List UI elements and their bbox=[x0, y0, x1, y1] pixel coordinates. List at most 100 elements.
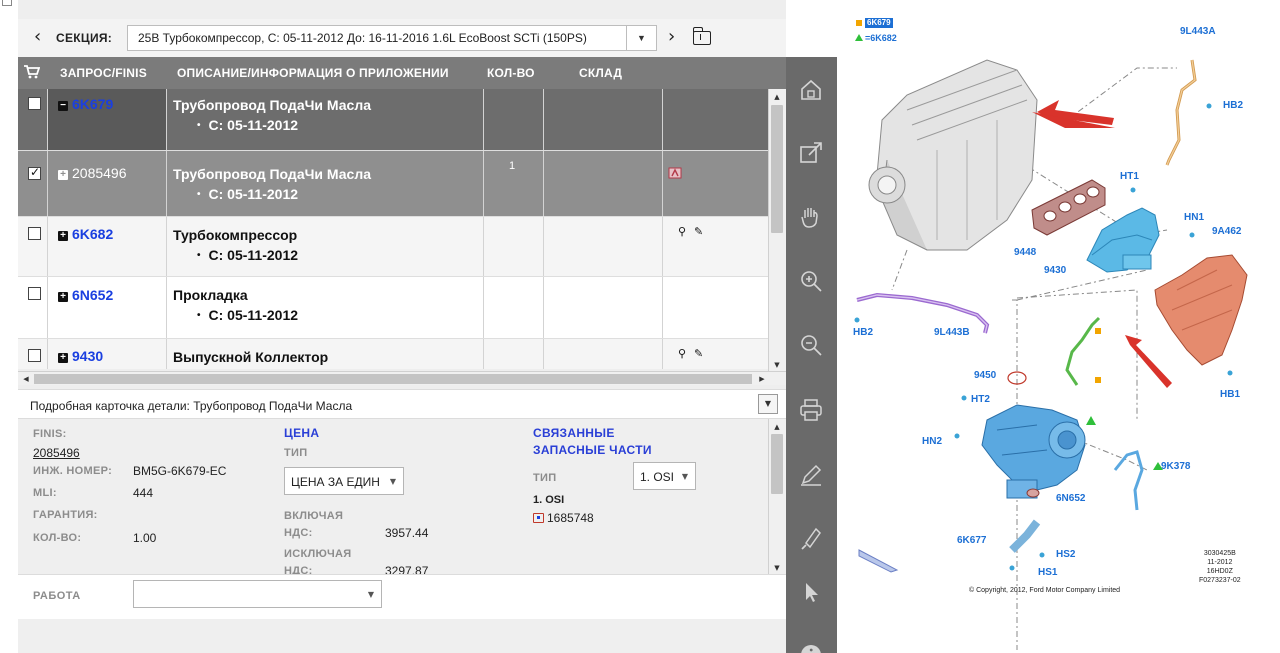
price-type-label: ТИП bbox=[284, 447, 308, 459]
scroll-down-icon[interactable]: ▼ bbox=[769, 359, 785, 371]
price-type-select[interactable]: ЦЕНА ЗА ЕДИН ▼ bbox=[284, 467, 404, 495]
table-horizontal-scrollbar[interactable]: ◀ ▶ bbox=[18, 371, 786, 385]
finis-code-link[interactable]: 9430 bbox=[72, 348, 103, 364]
finis-code-link[interactable]: 6N652 bbox=[72, 287, 113, 303]
expand-icon[interactable]: + bbox=[58, 231, 68, 241]
callout-9L443B[interactable]: 9L443B bbox=[934, 327, 970, 338]
edit-pen-icon[interactable] bbox=[798, 462, 824, 488]
wrench-icon[interactable]: ⚲✎ bbox=[678, 225, 711, 238]
table-row[interactable]: +6N652 Прокладка С: 05-11-2012 bbox=[18, 277, 768, 339]
table-row[interactable]: +6K682 Турбокомпрессор С: 05-11-2012 ⚲✎ bbox=[18, 217, 768, 277]
chevron-down-icon[interactable]: ▼ bbox=[368, 590, 374, 599]
callout-9450[interactable]: 9450 bbox=[974, 370, 996, 381]
scroll-up-icon[interactable]: ▲ bbox=[769, 91, 785, 103]
finis-code[interactable]: 2085496 bbox=[72, 165, 127, 181]
chevron-down-icon[interactable]: ▼ bbox=[682, 472, 688, 481]
scroll-down-icon[interactable]: ▼ bbox=[769, 562, 785, 574]
callout-HB2-top[interactable]: HB2 bbox=[1223, 100, 1243, 111]
work-select[interactable]: ▼ bbox=[133, 580, 382, 608]
callout-9A462[interactable]: 9A462 bbox=[1212, 226, 1241, 237]
scroll-right-icon[interactable]: ▶ bbox=[756, 372, 768, 385]
open-external-icon[interactable] bbox=[798, 140, 824, 166]
expand-icon[interactable]: + bbox=[58, 170, 68, 180]
table-vertical-scrollbar[interactable]: ▲ ▼ bbox=[768, 89, 786, 371]
scroll-thumb[interactable] bbox=[771, 105, 783, 233]
finis-cell[interactable]: +6N652 bbox=[58, 287, 113, 303]
callout-HT2[interactable]: HT2 bbox=[971, 394, 990, 405]
callout-HB2-left[interactable]: HB2 bbox=[853, 327, 873, 338]
finis-cell[interactable]: +9430 bbox=[58, 348, 103, 364]
column-header-finis[interactable]: ЗАПРОС/FINIS bbox=[60, 66, 147, 80]
collapse-icon[interactable]: − bbox=[58, 101, 68, 111]
callout-HB1[interactable]: HB1 bbox=[1220, 389, 1240, 400]
zoom-in-icon[interactable] bbox=[798, 268, 824, 294]
row-checkbox[interactable] bbox=[28, 227, 41, 240]
scroll-thumb[interactable] bbox=[34, 374, 752, 384]
collapse-chevron-icon[interactable]: ▼ bbox=[758, 394, 778, 414]
callout-HN2[interactable]: HN2 bbox=[922, 436, 942, 447]
excl-vat-label-1: ИСКЛЮЧАЯ bbox=[284, 548, 352, 560]
callout-HT1[interactable]: HT1 bbox=[1120, 171, 1139, 182]
callout-HN1[interactable]: HN1 bbox=[1184, 212, 1204, 223]
highlighter-icon[interactable] bbox=[798, 525, 824, 551]
wrench-icon[interactable]: ⚲✎ bbox=[678, 347, 711, 360]
info-icon[interactable] bbox=[798, 642, 824, 653]
back-chevron-icon[interactable]: ‹ bbox=[34, 28, 41, 46]
folder-icon[interactable] bbox=[692, 27, 711, 45]
table-row[interactable]: −6K679 Трубопровод ПодаЧи Масла С: 05-11-… bbox=[18, 89, 768, 151]
stock-warning-icon[interactable] bbox=[668, 167, 682, 179]
scroll-thumb[interactable] bbox=[771, 434, 783, 494]
navigation-arrow-icon[interactable] bbox=[858, 549, 899, 573]
row-checkbox[interactable] bbox=[28, 287, 41, 300]
column-header-description[interactable]: ОПИСАНИЕ/ИНФОРМАЦИЯ О ПРИЛОЖЕНИИ bbox=[177, 66, 449, 80]
table-row[interactable]: +9430 Выпускной Коллектор ⚲✎ bbox=[18, 339, 768, 369]
chevron-down-icon[interactable]: ▼ bbox=[626, 26, 656, 50]
callout-9K378[interactable]: 9K378 bbox=[1161, 461, 1190, 472]
print-icon[interactable] bbox=[798, 397, 824, 423]
triangle-marker bbox=[1086, 416, 1096, 425]
finis-cell[interactable]: −6K679 bbox=[58, 96, 113, 112]
home-icon[interactable] bbox=[798, 77, 824, 103]
window-corner-checkbox bbox=[2, 0, 12, 6]
callout-HS2[interactable]: HS2 bbox=[1056, 549, 1075, 560]
chevron-down-icon[interactable]: ▼ bbox=[390, 477, 396, 486]
row-checkbox[interactable] bbox=[28, 97, 41, 110]
finis-code-link[interactable]: 6K682 bbox=[72, 226, 113, 242]
column-header-qty[interactable]: КОЛ-ВО bbox=[487, 66, 535, 80]
forward-chevron-icon[interactable]: › bbox=[668, 28, 675, 46]
callout-6K677[interactable]: 6K677 bbox=[957, 535, 986, 546]
callout-HS1[interactable]: HS1 bbox=[1038, 567, 1057, 578]
description-cell: Трубопровод ПодаЧи Масла С: 05-11-2012 bbox=[173, 97, 371, 133]
section-bar: ‹ СЕКЦИЯ: 25B Турбокомпрессор, С: 05-11-… bbox=[18, 19, 786, 57]
related-type-select[interactable]: 1. OSI ▼ bbox=[633, 462, 696, 490]
column-header-stock[interactable]: СКЛАД bbox=[579, 66, 622, 80]
related-part-link[interactable]: 1685748 bbox=[533, 511, 594, 525]
diagram-toolbar bbox=[786, 57, 837, 653]
finis-cell[interactable]: +6K682 bbox=[58, 226, 113, 242]
finis-code-link[interactable]: 6K679 bbox=[72, 96, 113, 112]
pointer-icon[interactable] bbox=[798, 579, 824, 605]
zoom-out-icon[interactable] bbox=[798, 332, 824, 358]
finis-value-link[interactable]: 2085496 bbox=[33, 446, 80, 460]
finis-cell[interactable]: +2085496 bbox=[58, 165, 127, 181]
table-body: −6K679 Трубопровод ПодаЧи Масла С: 05-11-… bbox=[18, 89, 768, 369]
section-select[interactable]: 25B Турбокомпрессор, С: 05-11-2012 До: 1… bbox=[127, 25, 657, 51]
expand-icon[interactable]: + bbox=[58, 292, 68, 302]
callout-9448[interactable]: 9448 bbox=[1014, 247, 1036, 258]
related-type-label: ТИП bbox=[533, 472, 557, 484]
hand-pan-icon[interactable] bbox=[798, 204, 824, 230]
detail-vertical-scrollbar[interactable]: ▲ ▼ bbox=[768, 419, 786, 574]
drawing-reference-code: 3030425B 11-2012 16HD0Z F0273237-02 bbox=[1199, 550, 1241, 584]
callout-9430[interactable]: 9430 bbox=[1044, 265, 1066, 276]
coolant-hose-drawing bbox=[1113, 450, 1144, 511]
callout-6N652[interactable]: 6N652 bbox=[1056, 493, 1085, 504]
row-checkbox[interactable] bbox=[28, 165, 41, 180]
exploded-parts-diagram[interactable]: 6K679 =6K682 9L443A HB2 HT1 HN1 9A462 94… bbox=[837, 0, 1280, 653]
legend-label: =6K682 bbox=[865, 33, 897, 43]
scroll-up-icon[interactable]: ▲ bbox=[769, 421, 785, 433]
scroll-left-icon[interactable]: ◀ bbox=[20, 372, 32, 385]
callout-9L443A[interactable]: 9L443A bbox=[1180, 26, 1216, 37]
table-row[interactable]: +2085496 Трубопровод ПодаЧи Масла С: 05-1… bbox=[18, 151, 768, 217]
row-checkbox[interactable] bbox=[28, 349, 41, 362]
expand-icon[interactable]: + bbox=[58, 353, 68, 363]
